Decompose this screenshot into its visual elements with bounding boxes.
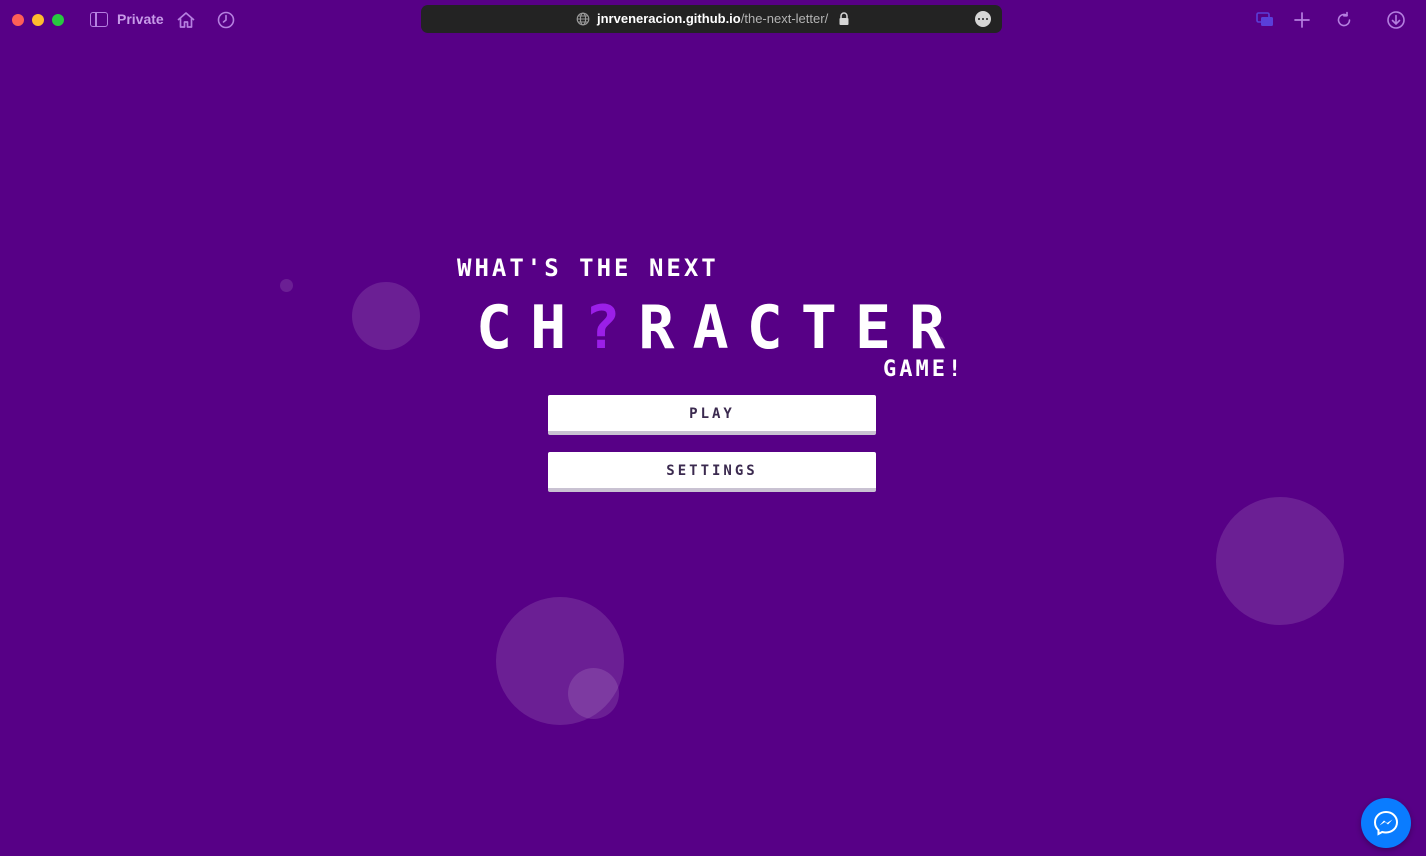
bubble-decoration (280, 279, 293, 292)
messenger-chat-button[interactable] (1361, 798, 1411, 848)
history-icon[interactable] (216, 10, 236, 30)
new-tab-icon[interactable] (1292, 10, 1312, 30)
tab-overview-icon[interactable] (1255, 10, 1275, 30)
title-sub-line: GAME! (883, 357, 965, 382)
zoom-window-button[interactable] (52, 14, 64, 26)
url-path: /the-next-letter/ (740, 11, 829, 26)
bubble-decoration (568, 668, 619, 719)
settings-button[interactable]: SETTINGS (548, 452, 876, 492)
messenger-icon (1373, 810, 1399, 836)
url-domain: jnrveneracion.github.io (597, 11, 741, 26)
address-bar[interactable]: jnrveneracion.github.io/the-next-letter/ (421, 5, 1002, 33)
title-top-line: WHAT'S THE NEXT (457, 254, 719, 282)
sidebar-toggle-icon[interactable] (90, 12, 108, 27)
browser-toolbar: Private jnrveneracion.github.io/the-next… (0, 0, 1426, 40)
home-icon[interactable] (176, 10, 196, 30)
title-part-before: CH (476, 293, 585, 363)
title-part-after: RACTER (638, 293, 964, 363)
globe-icon (576, 12, 590, 26)
downloads-icon[interactable] (1386, 10, 1406, 30)
lock-icon (839, 12, 849, 25)
reload-icon[interactable] (1334, 10, 1354, 30)
game-title: CH?RACTER (476, 296, 963, 360)
play-button[interactable]: PLAY (548, 395, 876, 435)
private-label: Private (117, 11, 164, 27)
bubble-decoration (1216, 497, 1344, 625)
minimize-window-button[interactable] (32, 14, 44, 26)
url-text: jnrveneracion.github.io/the-next-letter/ (597, 11, 828, 26)
bubble-decoration (352, 282, 420, 350)
close-window-button[interactable] (12, 14, 24, 26)
title-question-mark: ? (584, 293, 639, 363)
more-icon[interactable] (975, 11, 991, 27)
